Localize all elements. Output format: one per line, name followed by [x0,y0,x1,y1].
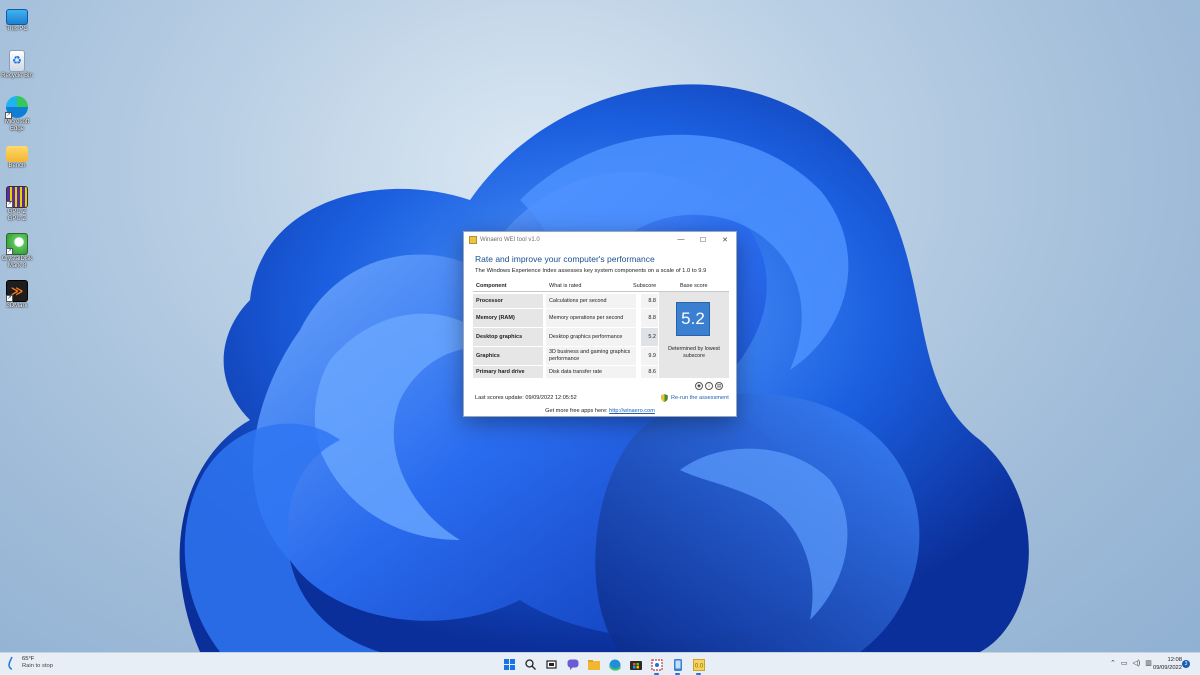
page-subheading: The Windows Experience Index assesses ke… [475,268,707,274]
footer: Get more free apps here: http://winaero.… [464,408,736,414]
subscore-lowest: 5.2 [641,328,658,346]
desktop-icon-label: Recycle Bin [1,73,33,79]
window-title: Winaero WEI tool v1.0 [480,236,540,243]
clock-date: 09/09/2022 [1152,665,1182,671]
weather-widget[interactable]: 65°F Rain to stop [8,656,53,670]
close-button[interactable]: ✕ [714,232,736,247]
action-buttons: ◉ i ▤ [695,382,723,390]
winaero-link[interactable]: http://winaero.com [609,408,655,414]
desktop-icon-label: Microsoft Edge [4,119,30,132]
component-name: Desktop graphics [473,328,543,346]
score-table: Component What is rated Subscore Base sc… [473,280,729,382]
desktop-icon-this-pc[interactable]: This PC [2,6,32,33]
app-icon [469,235,477,244]
table-row: Desktop graphics Desktop graphics perfor… [473,328,658,346]
info-icon[interactable]: i [705,382,713,390]
3dmark-icon: ≫ ↗ [6,280,28,302]
component-name: Processor [473,294,543,308]
table-row: Processor Calculations per second 8.8 [473,294,658,308]
snipping-tool-icon[interactable] [648,656,665,675]
start-icon[interactable] [501,656,518,673]
table-row: Primary hard drive Disk data transfer ra… [473,366,658,378]
screenshot-icon[interactable]: ◉ [695,382,703,390]
save-icon[interactable]: ▤ [715,382,723,390]
desktop-icon-edge[interactable]: ↗ Microsoft Edge [2,96,32,132]
phone-link-icon[interactable] [669,656,686,675]
what-is-rated: Desktop graphics performance [546,328,636,346]
table-header: Component What is rated Subscore Base sc… [473,280,729,292]
edge-icon: ↗ [5,96,28,119]
gpuz-icon: ↗ [6,186,28,208]
title-bar[interactable]: Winaero WEI tool v1.0 — ☐ ✕ [464,232,736,247]
page-heading: Rate and improve your computer's perform… [475,254,655,264]
chat-icon[interactable] [564,656,581,673]
clock[interactable]: 12:08 09/09/2022 [1148,656,1182,672]
network-icon[interactable]: ▭ [1121,659,1128,667]
volume-icon[interactable]: ◁) [1133,659,1141,667]
task-view-icon[interactable] [543,656,560,673]
what-is-rated: Disk data transfer rate [546,366,636,378]
recycle-bin-icon: ♻ [9,50,25,72]
desktop-icon-label: Bench [8,163,26,169]
wei-tool-window: Winaero WEI tool v1.0 — ☐ ✕ Rate and imp… [463,231,737,417]
store-icon[interactable] [627,656,644,673]
desktop-icon-label: CrystalDiskMark 8 [1,256,33,269]
chevron-up-icon[interactable]: ⌃ [1110,659,1116,667]
edge-icon[interactable] [606,656,623,673]
what-is-rated: Memory operations per second [546,309,636,327]
column-subscore: Subscore [633,283,657,289]
weather-desc: Rain to stop [22,663,53,669]
what-is-rated: Calculations per second [546,294,636,308]
winaero-icon[interactable]: 0.0 [690,656,707,675]
taskbar: 65°F Rain to stop 0.0 ⌃ ▭ ◁) ▥ 12:08 09/… [0,652,1200,675]
last-update-text: Last scores update: 09/09/2022 12:05:52 [475,395,577,401]
table-row: Memory (RAM) Memory operations per secon… [473,309,658,327]
monitor-icon [6,9,28,25]
base-score-panel: 5.2 Determined by lowest subscore [659,292,729,378]
search-icon[interactable] [522,656,539,673]
component-name: Graphics [473,347,543,365]
desktop-icon-gpuz[interactable]: ↗ GPU-Z GPU-Z [2,186,32,222]
base-score-caption: Determined by lowest subscore [668,346,720,359]
component-name: Memory (RAM) [473,309,543,327]
desktop-icon-crystaldiskmark[interactable]: ↗ CrystalDiskMark 8 [2,233,32,269]
clock-time: 12:08 [1167,657,1182,663]
column-component: Component [476,283,507,289]
what-is-rated: 3D business and gaming graphics performa… [546,347,636,365]
subscore: 9.9 [641,347,658,365]
crystaldiskmark-icon: ↗ [6,233,28,255]
column-what: What is rated [549,283,582,289]
rerun-assessment-link[interactable]: Re-run the assessment [661,394,729,402]
subscore: 8.8 [641,294,658,308]
shield-icon [661,394,668,402]
desktop-icon-label: 3DMark [6,303,28,309]
rerun-label: Re-run the assessment [671,395,729,401]
component-name: Primary hard drive [473,366,543,378]
weather-temp: 65°F [22,656,35,662]
maximize-button[interactable]: ☐ [692,232,714,247]
taskbar-apps: 0.0 [501,656,707,675]
minimize-button[interactable]: — [670,232,692,247]
table-row: Graphics 3D business and gaming graphics… [473,347,658,365]
file-explorer-icon[interactable] [585,656,602,673]
rain-icon [8,656,13,670]
desktop-icon-3dmark[interactable]: ≫ ↗ 3DMark [2,280,32,310]
desktop-icon-label: GPU-Z GPU-Z [7,209,27,222]
footer-text: Get more free apps here: [545,408,608,414]
subscore: 8.8 [641,309,658,327]
base-score-tile: 5.2 [676,302,710,336]
desktop-icon-bench[interactable]: Bench [2,143,32,170]
system-tray: ⌃ ▭ ◁) ▥ [1110,659,1152,667]
notification-badge[interactable]: 3 [1182,660,1190,668]
svg-text:0.0: 0.0 [694,663,703,669]
folder-icon [6,146,28,162]
column-base-score: Base score [680,283,708,289]
desktop-icon-recycle-bin[interactable]: ♻ Recycle Bin [1,50,33,80]
subscore: 8.6 [641,366,658,378]
desktop-icon-label: This PC [6,26,28,32]
